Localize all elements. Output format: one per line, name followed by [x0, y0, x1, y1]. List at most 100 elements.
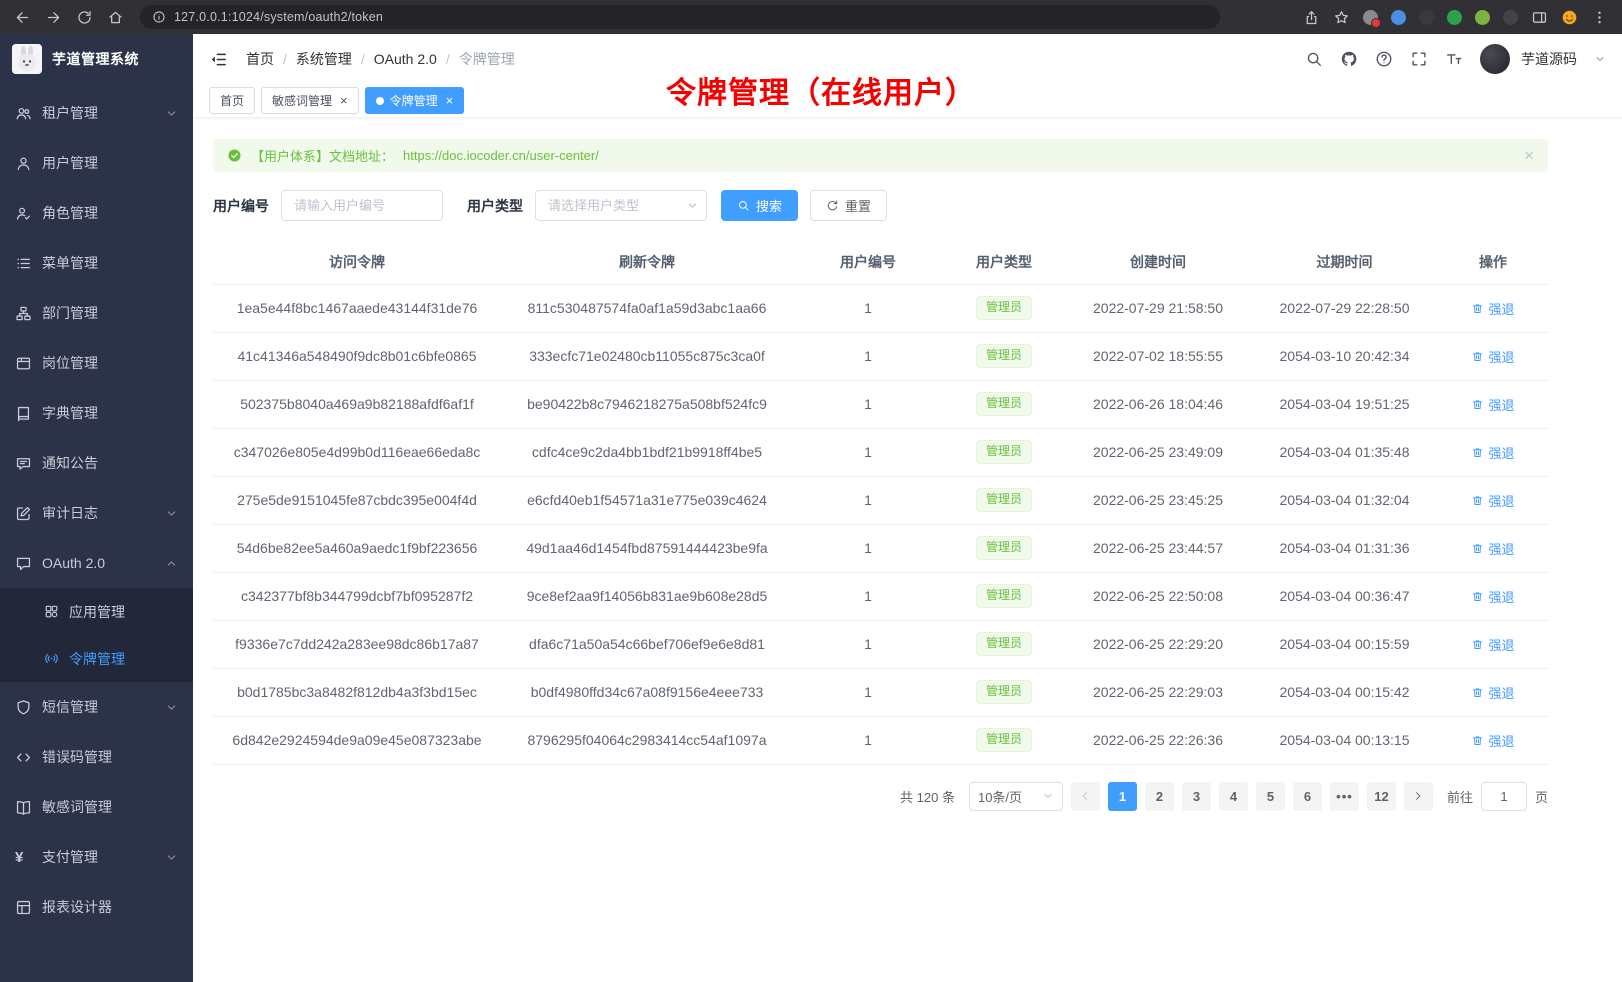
chevron-right-icon: [1412, 790, 1424, 802]
page-button[interactable]: 12: [1367, 782, 1396, 811]
page-button[interactable]: 6: [1293, 782, 1322, 811]
tab-sensitive-word[interactable]: 敏感词管理 ×: [261, 87, 359, 114]
share-icon[interactable]: [1303, 9, 1320, 26]
sidebar-item-pay[interactable]: ¥ 支付管理: [0, 832, 193, 882]
force-logout-button[interactable]: 强退: [1471, 587, 1514, 606]
sidebar-item-audit[interactable]: 审计日志: [0, 488, 193, 538]
page-size-select[interactable]: 10条/页: [969, 782, 1063, 811]
sidebar-item-sensitive[interactable]: 敏感词管理: [0, 782, 193, 832]
sidebar-item-role[interactable]: 角色管理: [0, 188, 193, 238]
force-logout-button[interactable]: 强退: [1471, 347, 1514, 366]
close-icon[interactable]: ×: [340, 94, 348, 107]
github-icon[interactable]: [1340, 50, 1358, 68]
force-logout-button[interactable]: 强退: [1471, 539, 1514, 558]
app-title: 芋道管理系统: [52, 49, 139, 69]
user-avatar[interactable]: [1480, 44, 1510, 74]
force-logout-button[interactable]: 强退: [1471, 299, 1514, 318]
font-size-icon[interactable]: [1445, 50, 1463, 68]
search-icon[interactable]: [1305, 50, 1323, 68]
sidebar-item-sms[interactable]: 短信管理: [0, 682, 193, 732]
sidebar-item-oauth-token[interactable]: 令牌管理: [0, 635, 193, 682]
sidebar-item-oauth[interactable]: OAuth 2.0: [0, 538, 193, 588]
extension-icon[interactable]: [1419, 10, 1434, 25]
profile-avatar-icon[interactable]: [1561, 9, 1578, 26]
page-button[interactable]: 1: [1108, 782, 1137, 811]
address-bar[interactable]: 127.0.0.1:1024/system/oauth2/token: [140, 5, 1220, 29]
page-button[interactable]: 3: [1182, 782, 1211, 811]
fullscreen-icon[interactable]: [1410, 50, 1428, 68]
chevron-down-icon[interactable]: [1594, 53, 1606, 65]
extension-icon[interactable]: [1475, 10, 1490, 25]
force-logout-button[interactable]: 强退: [1471, 491, 1514, 510]
page-button[interactable]: 5: [1256, 782, 1285, 811]
help-icon[interactable]: [1375, 50, 1393, 68]
browser-menu-icon[interactable]: [1591, 9, 1608, 26]
tab-home[interactable]: 首页: [209, 87, 255, 114]
alert-text: 【用户体系】文档地址：: [251, 146, 394, 165]
sidebar-item-user[interactable]: 用户管理: [0, 138, 193, 188]
user-name[interactable]: 芋道源码: [1521, 49, 1577, 69]
force-logout-button[interactable]: 强退: [1471, 635, 1514, 654]
sidebar-item-dict[interactable]: 字典管理: [0, 388, 193, 438]
breadcrumb-item[interactable]: OAuth 2.0: [374, 51, 437, 67]
close-icon[interactable]: ×: [446, 94, 454, 107]
extension-icon[interactable]: [1503, 10, 1518, 25]
edit-icon: [15, 505, 32, 522]
user-id-cell: 1: [793, 620, 943, 668]
extension-icon[interactable]: [1391, 10, 1406, 25]
sidebar-item-dept[interactable]: 部门管理: [0, 288, 193, 338]
back-icon[interactable]: [14, 9, 31, 26]
alert-link[interactable]: https://doc.iocoder.cn/user-center/: [403, 148, 599, 163]
breadcrumb-item[interactable]: 系统管理: [296, 49, 352, 69]
sidebar-item-report[interactable]: 报表设计器: [0, 882, 193, 932]
side-panel-icon[interactable]: [1531, 9, 1548, 26]
sidebar: 芋道管理系统 租户管理 用户管理 角色管理 菜单管理 部门管理 岗位管理 字典管…: [0, 34, 193, 982]
sidebar-item-tenant[interactable]: 租户管理: [0, 88, 193, 138]
tab-token[interactable]: 令牌管理 ×: [365, 87, 465, 114]
collapse-menu-icon[interactable]: [209, 50, 228, 69]
sidebar-item-oauth-app[interactable]: 应用管理: [0, 588, 193, 635]
sidebar-item-menu[interactable]: 菜单管理: [0, 238, 193, 288]
access-token-cell: c347026e805e4d99b0d116eae66eda8c: [213, 428, 501, 476]
refresh-icon[interactable]: [76, 9, 93, 26]
extension-icon[interactable]: [1363, 10, 1378, 25]
chevron-down-icon: [165, 507, 178, 520]
logo[interactable]: 芋道管理系统: [0, 34, 193, 84]
next-page-button[interactable]: [1404, 782, 1433, 811]
created-time-cell: 2022-06-25 22:29:03: [1065, 668, 1251, 716]
user-id-input[interactable]: [281, 190, 443, 221]
page-button[interactable]: 4: [1219, 782, 1248, 811]
force-logout-button[interactable]: 强退: [1471, 683, 1514, 702]
force-logout-button[interactable]: 强退: [1471, 395, 1514, 414]
force-logout-button[interactable]: 强退: [1471, 731, 1514, 750]
extension-icon[interactable]: [1447, 10, 1462, 25]
page-content: 【用户体系】文档地址： https://doc.iocoder.cn/user-…: [193, 118, 1622, 811]
user-type-select[interactable]: [535, 190, 707, 221]
sidebar-item-errcode[interactable]: 错误码管理: [0, 732, 193, 782]
expire-time-cell: 2054-03-04 00:36:47: [1251, 572, 1438, 620]
goto-page-input[interactable]: [1481, 782, 1527, 811]
home-icon[interactable]: [107, 9, 124, 26]
force-logout-button[interactable]: 强退: [1471, 443, 1514, 462]
table-row: 54d6be82ee5a460a9aedc1f9bf223656 49d1aa4…: [213, 524, 1548, 572]
page-ellipsis[interactable]: •••: [1330, 782, 1359, 811]
bookmark-star-icon[interactable]: [1333, 9, 1350, 26]
search-button[interactable]: 搜索: [721, 190, 798, 221]
user-type-select-input[interactable]: [535, 190, 707, 221]
forward-icon[interactable]: [45, 9, 62, 26]
action-cell: 强退: [1438, 716, 1548, 764]
page-button[interactable]: 2: [1145, 782, 1174, 811]
user-type-badge: 管理员: [976, 680, 1032, 704]
created-time-cell: 2022-06-25 23:45:25: [1065, 476, 1251, 524]
trash-icon: [1471, 686, 1484, 699]
reset-button[interactable]: 重置: [810, 190, 887, 221]
breadcrumb-item[interactable]: 首页: [246, 49, 274, 69]
close-icon[interactable]: ×: [1524, 147, 1534, 164]
sidebar-item-notice[interactable]: 通知公告: [0, 438, 193, 488]
user-id-cell: 1: [793, 668, 943, 716]
table-row: f9336e7c7dd242a283ee98dc86b17a87 dfa6c71…: [213, 620, 1548, 668]
info-icon[interactable]: [152, 10, 166, 24]
breadcrumb-item[interactable]: 令牌管理: [459, 49, 515, 69]
sidebar-item-post[interactable]: 岗位管理: [0, 338, 193, 388]
prev-page-button[interactable]: [1071, 782, 1100, 811]
